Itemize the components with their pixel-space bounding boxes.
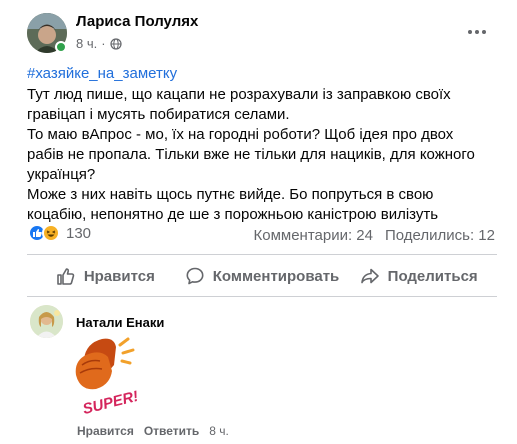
post-text-line: рабів не пропала. Тільки вже не тільки д… [27, 146, 475, 163]
post-text-line: гравіцап і мусять побиратися селами. [27, 106, 290, 123]
post-meta: 8 ч. · [76, 36, 122, 51]
comment-time[interactable]: 8 ч. [209, 424, 229, 438]
reaction-count: 130 [66, 224, 92, 242]
like-button[interactable]: Нравится [27, 258, 184, 294]
like-button-label: Нравится [83, 267, 155, 285]
haha-icon [42, 224, 60, 242]
comment-icon [186, 267, 204, 285]
thumbs-up-icon [57, 268, 75, 285]
commenter-name[interactable]: Натали Енаки [76, 315, 164, 330]
comment-like-link[interactable]: Нравится [77, 424, 134, 438]
engagement-counts: Комментарии: 24 Поделились: 12 [254, 227, 496, 244]
comment-reply-link[interactable]: Ответить [144, 424, 199, 438]
post-time[interactable]: 8 ч. [76, 36, 97, 51]
facebook-post: Лариса Полулях 8 ч. · #хазяйке_на_заметк… [0, 0, 517, 444]
comment-button[interactable]: Комментировать [184, 258, 341, 294]
reactions-summary[interactable]: 130 [28, 224, 91, 242]
comment-actions: Нравится Ответить 8 ч. [77, 424, 229, 438]
comment-button-label: Комментировать [212, 267, 340, 285]
post-hashtag[interactable]: #хазяйке_на_заметку [27, 65, 177, 82]
post-text-line: То маю вАпрос - мо, їх на городні роботи… [27, 126, 454, 143]
more-options-icon[interactable] [464, 22, 490, 42]
super-clap-sticker: SUPER! [75, 337, 140, 415]
online-status-indicator [55, 41, 67, 53]
comments-count[interactable]: Комментарии: 24 [254, 227, 374, 244]
sticker-text: SUPER! [81, 388, 140, 415]
post-text-line: коцабію, непонятно де ше з порожньою кан… [27, 206, 439, 223]
shares-count[interactable]: Поделились: 12 [385, 227, 495, 244]
divider [27, 254, 497, 255]
post-author-name[interactable]: Лариса Полулях [76, 13, 198, 30]
post-text-line: Може з них навіть щось путнє вийде. Бо п… [27, 186, 434, 203]
share-button[interactable]: Поделиться [340, 258, 497, 294]
post-body: Тут люд пише, що кацапи не розрахували і… [27, 85, 497, 225]
commenter-avatar[interactable] [30, 305, 63, 338]
share-button-label: Поделиться [387, 267, 478, 285]
share-icon [360, 268, 379, 284]
globe-icon [109, 37, 122, 50]
post-actions-bar: Нравится Комментировать Поделиться [27, 258, 497, 294]
post-text-line: українця? [27, 166, 96, 183]
post-text-line: Тут люд пише, що кацапи не розрахували і… [27, 86, 451, 103]
divider [27, 296, 497, 297]
